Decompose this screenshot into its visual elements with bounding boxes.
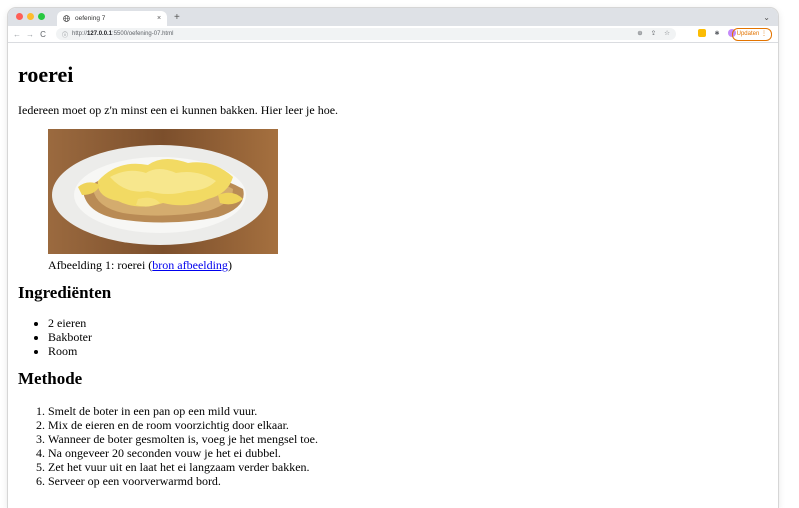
bookmark-star-icon[interactable]: ☆	[664, 28, 670, 40]
extensions-area: ✱	[698, 29, 736, 37]
list-item: Na ongeveer 20 seconden vouw je het ei d…	[48, 446, 768, 460]
site-info-icon[interactable]: ⓘ	[61, 30, 69, 39]
tab-title: oefening 7	[75, 15, 106, 22]
tab-close-icon[interactable]: ×	[155, 15, 163, 22]
tab-oefening-7[interactable]: oefening 7 ×	[57, 11, 167, 26]
back-arrow-icon[interactable]: ←	[13, 30, 21, 39]
ingredients-list: 2 eieren Bakboter Room	[18, 316, 768, 358]
tab-bar: oefening 7 × + ⌄	[8, 8, 778, 26]
figure-caption: Afbeelding 1: roerei (bron afbeelding)	[48, 258, 232, 272]
intro-paragraph: Iedereen moet op z'n minst een ei kunnen…	[18, 103, 339, 117]
maximize-window-button[interactable]	[38, 13, 45, 20]
puzzle-icon[interactable]: ✱	[713, 29, 721, 37]
page-title: roerei	[18, 62, 74, 87]
method-steps-list: Smelt de boter in een pan op een mild vu…	[18, 404, 768, 488]
reload-icon[interactable]: C	[39, 30, 47, 39]
list-item: 2 eieren	[48, 316, 768, 330]
list-item: Mix de eieren en de room voorzichtig doo…	[48, 418, 768, 432]
forward-arrow-icon[interactable]: →	[26, 30, 34, 39]
close-window-button[interactable]	[16, 13, 23, 20]
globe-icon	[63, 15, 70, 22]
address-bar[interactable]: ⓘ http://127.0.0.1:5500/oefening-07.html…	[56, 28, 676, 40]
list-item: Wanneer de boter gesmolten is, voeg je h…	[48, 432, 768, 446]
list-item: Serveer op een voorverwarmd bord.	[48, 474, 768, 488]
update-button[interactable]: Updaten ⋮	[731, 28, 772, 41]
extension-icon[interactable]	[698, 29, 706, 37]
list-item: Smelt de boter in een pan op een mild vu…	[48, 404, 768, 418]
list-item: Room	[48, 344, 768, 358]
zoom-icon[interactable]: ⊕	[637, 28, 642, 40]
figure: Afbeelding 1: roerei (bron afbeelding)	[48, 129, 768, 272]
url-text[interactable]: http://127.0.0.1:5500/oefening-07.html	[72, 31, 173, 37]
browser-toolbar: ← → C ⓘ http://127.0.0.1:5500/oefening-0…	[8, 26, 778, 43]
ingredients-heading: Ingrediënten	[18, 283, 112, 302]
tab-search-chevron-icon[interactable]: ⌄	[763, 11, 770, 25]
method-heading: Methode	[18, 369, 83, 388]
new-tab-button[interactable]: +	[174, 11, 180, 25]
page-content: roerei Iedereen moet op z'n minst een ei…	[8, 62, 778, 489]
share-icon[interactable]: ⇪	[651, 28, 656, 40]
scrambled-eggs-image	[48, 129, 278, 254]
image-source-link[interactable]: bron afbeelding	[152, 258, 228, 272]
browser-window: oefening 7 × + ⌄ ← → C ⓘ http://127.0.0.…	[8, 8, 778, 508]
window-controls	[16, 13, 45, 20]
list-item: Bakboter	[48, 330, 768, 344]
minimize-window-button[interactable]	[27, 13, 34, 20]
list-item: Zet het vuur uit en laat het ei langzaam…	[48, 460, 768, 474]
